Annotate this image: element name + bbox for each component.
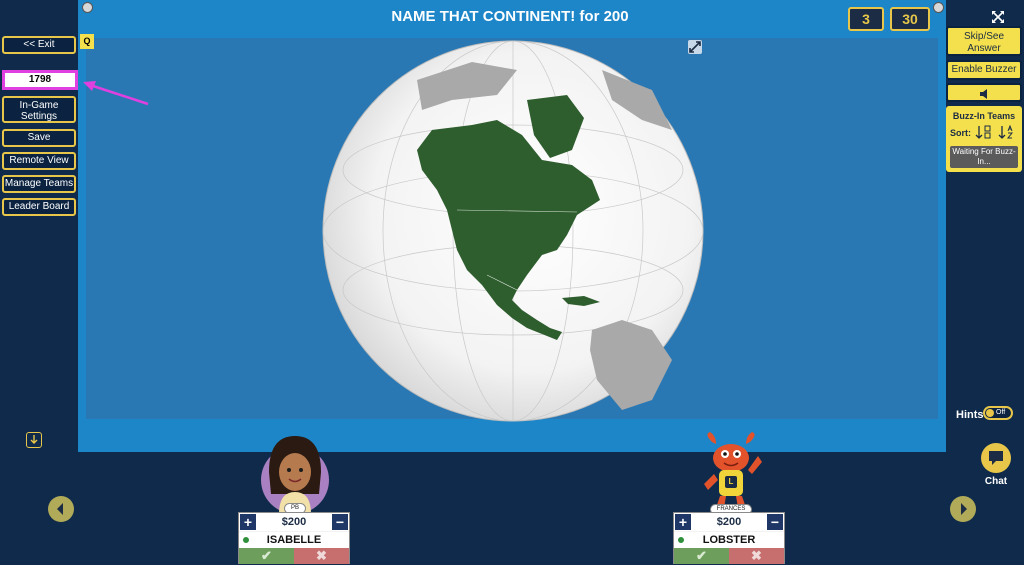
hints-toggle-state: Off — [996, 409, 1006, 416]
waiting-for-buzz-status: Waiting For Buzz-In... — [950, 146, 1018, 168]
chat-button[interactable] — [981, 443, 1011, 473]
fullscreen-icon[interactable] — [990, 9, 1006, 25]
arrow-down-icon — [30, 435, 38, 444]
game-code-field[interactable]: 1798 — [2, 70, 78, 90]
sort-alpha-icon[interactable] — [998, 124, 1018, 139]
subtract-points-button[interactable]: − — [332, 514, 348, 530]
buzz-in-title: Buzz-In Teams — [952, 111, 1016, 121]
add-points-button[interactable]: + — [675, 514, 691, 530]
team-badge: L — [725, 476, 737, 488]
question-badge: Q — [80, 34, 94, 49]
timer-counter: 30 — [890, 7, 930, 31]
chat-label: Chat — [984, 476, 1008, 487]
mark-correct-button[interactable]: ✔ — [674, 548, 729, 564]
mark-correct-button[interactable]: ✔ — [239, 548, 294, 564]
sort-label: Sort: — [950, 128, 971, 138]
skip-see-answer-button[interactable]: Skip/See Answer — [946, 26, 1022, 56]
team-card-lobster: $200 + − LOBSTER ✔ ✖ — [673, 512, 785, 564]
chevron-right-icon — [961, 503, 967, 515]
team-avatar-lobster — [696, 432, 766, 512]
hints-toggle[interactable]: Off — [983, 406, 1013, 420]
exit-button[interactable]: << Exit — [2, 36, 76, 54]
speaker-icon — [980, 89, 987, 99]
stage-screw — [82, 2, 93, 13]
add-points-button[interactable]: + — [240, 514, 256, 530]
team-card-isabelle: $200 + − ISABELLE ✔ ✖ — [238, 512, 350, 564]
subtract-points-button[interactable]: − — [767, 514, 783, 530]
leader-board-button[interactable]: Leader Board — [2, 198, 76, 216]
in-game-settings-button[interactable]: In-Game Settings — [2, 96, 76, 123]
team-avatar-isabelle — [255, 432, 335, 514]
globe-map-image — [322, 40, 704, 422]
team-name: LOBSTER — [674, 532, 784, 548]
team-status-dot — [678, 537, 684, 543]
stage-screw — [933, 2, 944, 13]
manage-teams-button[interactable]: Manage Teams — [2, 175, 76, 193]
annotation-arrow-icon — [83, 81, 149, 106]
chevron-left-icon — [57, 503, 63, 515]
sound-button[interactable] — [946, 83, 1022, 102]
enable-buzzer-button[interactable]: Enable Buzzer — [946, 60, 1022, 80]
previous-button[interactable] — [48, 496, 74, 522]
mark-incorrect-button[interactable]: ✖ — [294, 548, 349, 564]
mark-incorrect-button[interactable]: ✖ — [729, 548, 784, 564]
next-button[interactable] — [950, 496, 976, 522]
team-name: ISABELLE — [239, 532, 349, 548]
sort-numeric-icon[interactable] — [975, 125, 995, 139]
speech-bubble-icon — [989, 451, 1003, 465]
remote-view-button[interactable]: Remote View — [2, 152, 76, 170]
hints-label: Hints — [956, 409, 984, 421]
scroll-down-button[interactable] — [26, 432, 42, 448]
question-title: NAME THAT CONTINENT! for 200 — [391, 8, 629, 25]
round-counter: 3 — [848, 7, 884, 31]
team-status-dot — [243, 537, 249, 543]
save-button[interactable]: Save — [2, 129, 76, 147]
